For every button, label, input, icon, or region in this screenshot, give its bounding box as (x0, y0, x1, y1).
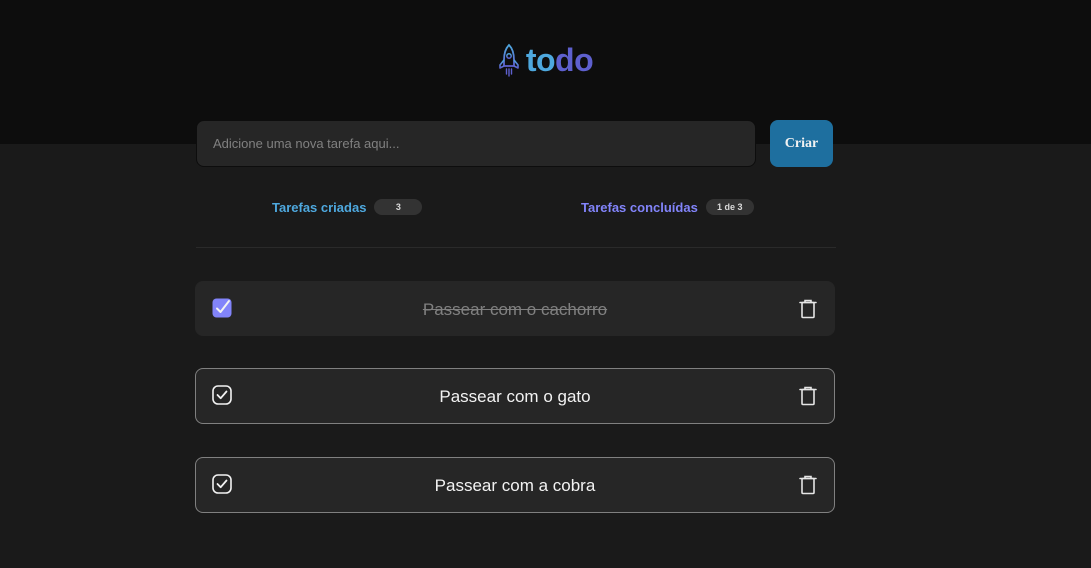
new-task-input[interactable] (196, 120, 756, 167)
task-text: Passear com o cachorro (422, 300, 608, 319)
completed-tasks-badge: 1 de 3 (705, 199, 754, 215)
logo-text-to: to (525, 42, 556, 78)
completed-tasks-counter: Tarefas concluídas 1 de 3 (581, 199, 754, 215)
app-logo: todo (0, 38, 1091, 82)
create-task-button[interactable]: Criar (770, 120, 833, 167)
logo-text: todo (525, 38, 594, 82)
task-item: Passear com o cachorro (195, 281, 835, 336)
task-item: Passear com o gato (195, 368, 835, 424)
trash-icon[interactable] (799, 386, 817, 406)
new-task-form: Criar (196, 120, 833, 167)
created-tasks-counter: Tarefas criadas 3 (272, 199, 423, 215)
logo-text-do: do (555, 42, 594, 78)
rocket-icon (499, 43, 519, 77)
trash-icon[interactable] (799, 299, 817, 319)
completed-tasks-label: Tarefas concluídas (581, 199, 698, 215)
task-item: Passear com a cobra (195, 457, 835, 513)
divider (196, 247, 836, 248)
created-tasks-badge: 3 (374, 199, 423, 215)
created-tasks-label: Tarefas criadas (272, 199, 367, 215)
task-text: Passear com o gato (439, 387, 591, 406)
trash-icon[interactable] (799, 475, 817, 495)
task-text: Passear com a cobra (434, 476, 596, 495)
